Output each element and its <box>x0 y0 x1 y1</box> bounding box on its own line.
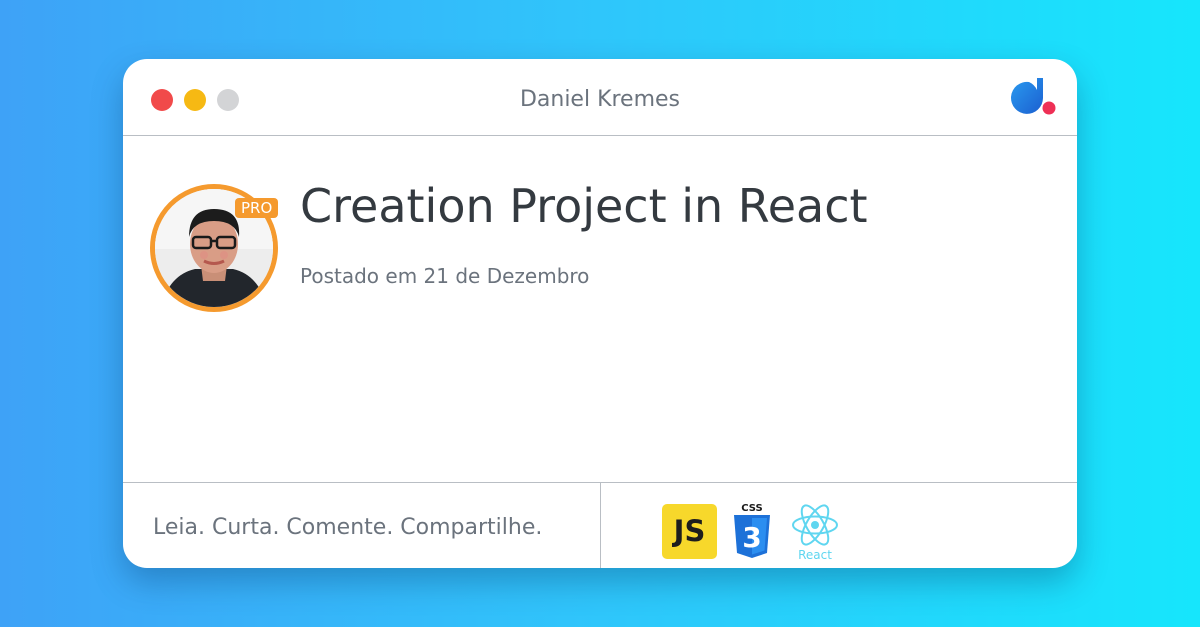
pro-badge: PRO <box>235 198 279 218</box>
window-titlebar: Daniel Kremes <box>123 59 1077 136</box>
css-label: CSS <box>741 503 762 514</box>
footer-divider <box>600 483 601 568</box>
react-icon: React <box>792 504 838 562</box>
slogan-text: Leia. Curta. Comente. Compartilhe. <box>153 515 543 540</box>
window-title: Daniel Kremes <box>519 87 681 112</box>
css3-icon: CSS 3 <box>734 503 770 558</box>
card-footer: Leia. Curta. Comente. Compartilhe. JS CS… <box>123 482 1077 568</box>
javascript-icon: JS <box>662 504 717 559</box>
brand-logo-icon[interactable] <box>1007 76 1059 120</box>
react-label: React <box>798 548 832 562</box>
post-card: Daniel Kremes PRO Creation Project in Re… <box>123 59 1077 568</box>
javascript-label: JS <box>673 514 706 548</box>
css-version: 3 <box>742 521 761 554</box>
author-avatar-container[interactable]: PRO <box>150 184 279 312</box>
post-date: Postado em 21 de Dezembro <box>300 264 590 288</box>
post-title: Creation Project in React <box>300 179 868 233</box>
